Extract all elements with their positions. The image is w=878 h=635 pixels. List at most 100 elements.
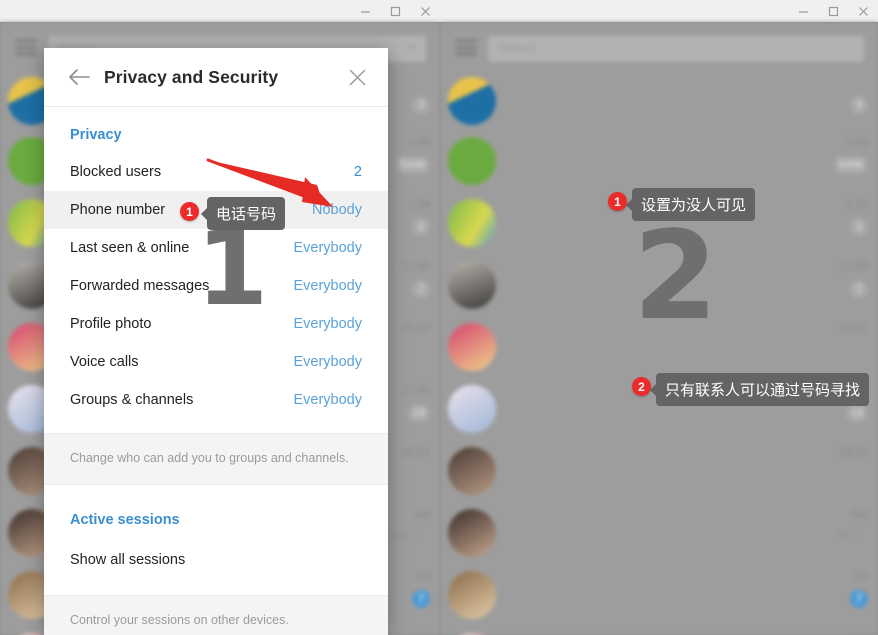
chat-time: 16:54 xyxy=(401,447,430,459)
step-badge-1: 1 xyxy=(180,202,199,221)
step-badge-nobody: 1 xyxy=(608,192,627,211)
chat-meta: Sat KM_... xyxy=(390,508,430,542)
setting-value: 2 xyxy=(353,164,362,180)
chat-meta: a... x 3 xyxy=(375,76,430,114)
chat-unread-badge: 2 xyxy=(412,280,430,298)
chat-unread-badge: 2 xyxy=(850,280,868,298)
minimize-button-right[interactable] xyxy=(788,0,818,22)
chat-time: 17:30 xyxy=(401,385,430,397)
chat-list-item[interactable]: 16:54 xyxy=(440,440,878,502)
setting-value: Everybody xyxy=(293,316,362,332)
chat-time: 20:57 xyxy=(839,323,868,335)
chat-unread-badge: 5496 xyxy=(395,156,430,174)
search-placeholder-right: Search xyxy=(498,41,537,55)
avatar xyxy=(448,199,496,247)
setting-label: Phone number xyxy=(70,202,166,218)
chat-unread-badge: 3 xyxy=(412,96,430,114)
chat-meta: Sat M_... xyxy=(838,508,868,542)
chat-list-item[interactable]: 1:49 5496 xyxy=(440,130,878,192)
chat-time: 1:34 xyxy=(845,199,868,211)
minimize-button-left[interactable] xyxy=(350,0,380,22)
menu-icon-left[interactable] xyxy=(15,40,37,55)
chat-meta: Fri 7 xyxy=(850,570,868,608)
setting-label: Blocked users xyxy=(70,164,162,180)
chat-unread-badge: 5496 xyxy=(833,156,868,174)
privacy-section: Privacy Blocked users 2 Phone number Nob… xyxy=(44,107,388,635)
section-title-privacy: Privacy xyxy=(70,127,122,143)
chat-unread-badge: 18 xyxy=(845,404,868,422)
chat-meta: 21:06 2 xyxy=(401,260,430,298)
setting-label: Voice calls xyxy=(70,354,139,370)
setting-value: Everybody xyxy=(293,392,362,408)
sessions-note: Control your sessions on other devices. xyxy=(44,594,388,635)
telegram-window-right: Search x 3 1:49 5496 xyxy=(440,0,878,635)
chat-meta: 20:57 xyxy=(839,322,868,336)
avatar xyxy=(448,571,496,619)
maximize-button-right[interactable] xyxy=(818,0,848,22)
titlebar-left xyxy=(0,0,440,22)
chat-time: Fri xyxy=(416,571,430,583)
page-title: Privacy and Security xyxy=(104,66,279,87)
chat-snippet: M_... xyxy=(837,530,862,542)
chat-meta: 1:49 5496 xyxy=(395,136,430,174)
close-button-right[interactable] xyxy=(848,0,878,22)
avatar xyxy=(448,323,496,371)
chat-time: Sat xyxy=(850,509,868,521)
tooltip-phone-number: 电话号码 xyxy=(200,197,286,230)
avatar xyxy=(448,447,496,495)
chat-time: 1:49 xyxy=(845,137,868,149)
setting-row-voice-calls[interactable]: Voice calls Everybody xyxy=(44,343,388,381)
chat-time: 1:34 xyxy=(407,199,430,211)
chat-time: 20:57 xyxy=(401,323,430,335)
chat-time: Fri xyxy=(854,571,868,583)
chat-meta: Fri 7 xyxy=(412,570,430,608)
maximize-button-left[interactable] xyxy=(380,0,410,22)
chat-snippet: KM_... xyxy=(390,530,422,542)
show-all-sessions-row[interactable]: Show all sessions xyxy=(44,543,388,577)
close-icon[interactable] xyxy=(346,66,368,88)
telegram-window-left: Search ✕ a... x 3 1:49 5496 xyxy=(0,0,440,635)
avatar xyxy=(448,137,496,185)
chat-meta: 16:54 xyxy=(839,446,868,460)
chat-time: 21:06 xyxy=(401,261,430,273)
chat-unread-badge: 3 xyxy=(850,96,868,114)
chat-meta: 1:34 2 xyxy=(846,198,868,236)
setting-value: Nobody xyxy=(312,202,362,218)
chat-meta: x 3 xyxy=(850,76,868,114)
chat-unread-badge: 2 xyxy=(412,218,430,236)
setting-row-groups-channels[interactable]: Groups & channels Everybody xyxy=(44,381,388,419)
step-watermark-1: 1 xyxy=(196,207,269,329)
arrow-left-icon[interactable] xyxy=(66,64,92,90)
chat-time: 1:49 xyxy=(407,137,430,149)
chat-meta: 1:34 2 xyxy=(408,198,430,236)
search-clear-icon-left[interactable]: ✕ xyxy=(406,41,416,55)
tooltip-my-contacts: 只有联系人可以通过号码寻找 xyxy=(649,373,870,406)
close-button-left[interactable] xyxy=(410,0,440,22)
step-badge-my-contacts: 2 xyxy=(632,377,651,396)
groups-note: Change who can add you to groups and cha… xyxy=(44,433,388,485)
avatar xyxy=(448,385,496,433)
chat-list-item[interactable]: Fri 7 xyxy=(440,564,878,626)
chat-meta: 21:06 2 xyxy=(839,260,868,298)
privacy-and-security-dialog: Privacy and Security Privacy Blocked use… xyxy=(44,48,388,635)
active-sessions-link[interactable]: Active sessions xyxy=(44,503,388,537)
avatar xyxy=(448,509,496,557)
chat-unread-badge: 18 xyxy=(407,404,430,422)
chat-unread-badge: 2 xyxy=(850,218,868,236)
search-input-right[interactable]: Search xyxy=(488,36,864,62)
chat-unread-badge: 7 xyxy=(412,590,430,608)
setting-value: Everybody xyxy=(293,278,362,294)
chat-list-item[interactable]: Sat M_... xyxy=(440,502,878,564)
avatar xyxy=(448,261,496,309)
tooltip-nobody: 设置为没人可见 xyxy=(625,188,756,221)
avatar xyxy=(448,77,496,125)
titlebar-right xyxy=(440,0,878,22)
chat-meta: 17:30 18 xyxy=(401,384,430,422)
setting-value: Everybody xyxy=(293,354,362,370)
chat-list-item[interactable]: x 3 xyxy=(440,70,878,132)
menu-icon-right[interactable] xyxy=(455,40,477,55)
chat-unread-badge: 7 xyxy=(850,590,868,608)
chat-list-item[interactable]: Fri xyxy=(440,626,878,635)
chat-time: 16:54 xyxy=(839,447,868,459)
setting-row-blocked-users[interactable]: Blocked users 2 xyxy=(44,153,388,191)
